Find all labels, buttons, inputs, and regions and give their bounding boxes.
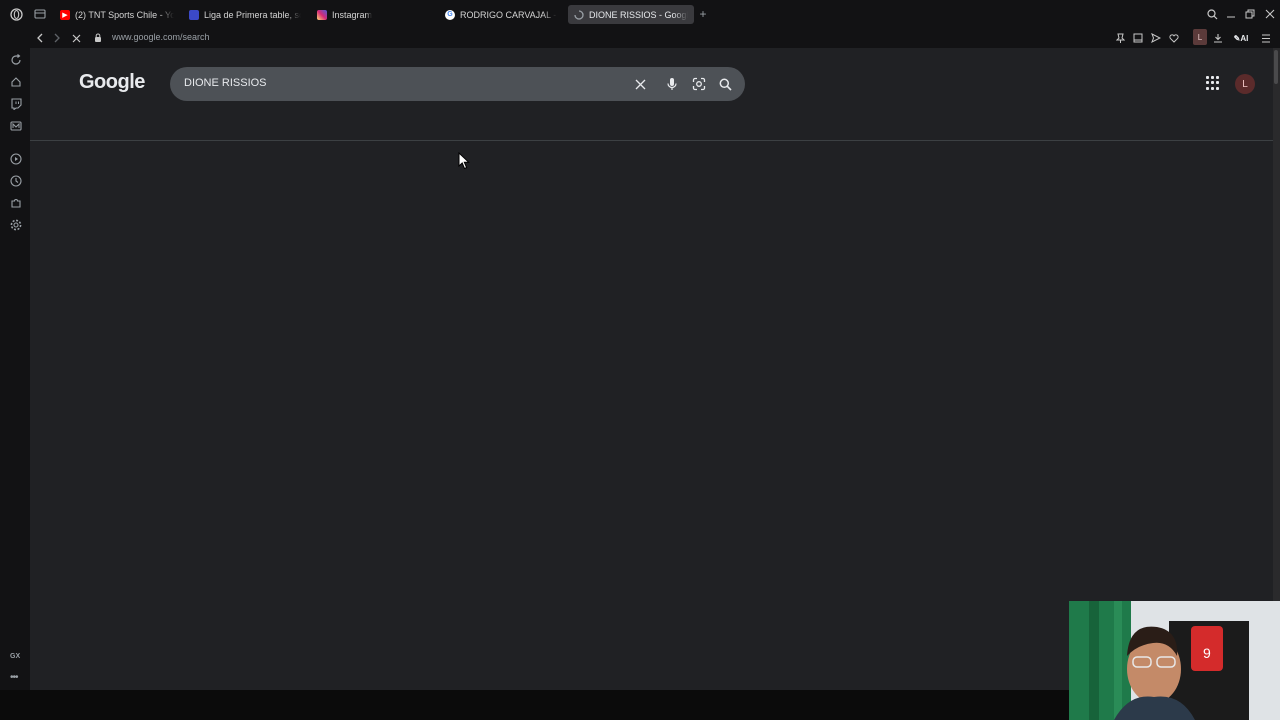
close-window-icon[interactable] xyxy=(1263,6,1277,22)
google-logo[interactable]: Google xyxy=(79,71,145,94)
web-page xyxy=(30,48,1273,690)
tab-title: Instagram xyxy=(332,9,373,20)
tab-liga-primera[interactable]: Liga de Primera table, sch xyxy=(183,5,307,24)
search-tabs-icon[interactable] xyxy=(1205,6,1219,22)
search-input[interactable]: DIONE RISSIOS xyxy=(184,77,267,89)
settings-gear-icon[interactable] xyxy=(9,218,23,232)
scrollbar-thumb[interactable] xyxy=(1274,50,1278,84)
snapshot-icon[interactable] xyxy=(1131,31,1145,45)
aria-ai-icon[interactable]: ✎AI xyxy=(1231,31,1251,45)
google-apps-icon[interactable] xyxy=(1206,76,1220,90)
microphone-icon[interactable] xyxy=(663,75,681,93)
restore-icon[interactable] xyxy=(1243,6,1257,22)
scrollbar[interactable] xyxy=(1273,48,1280,690)
search-icon[interactable] xyxy=(716,75,734,93)
sidebar-more-icon[interactable]: ••• xyxy=(10,672,18,683)
tab-title: (2) TNT Sports Chile - You xyxy=(75,9,174,20)
profile-avatar[interactable]: L xyxy=(1193,29,1207,45)
fbref-icon xyxy=(189,9,199,20)
minimize-icon[interactable] xyxy=(1224,6,1238,22)
tab-title: DIONE RISSIOS - Google xyxy=(589,9,688,20)
sidebar xyxy=(0,48,30,690)
lock-icon[interactable] xyxy=(91,30,105,46)
address-bar: www.google.com/search ✎AI xyxy=(0,28,1280,48)
url-field[interactable]: www.google.com/search xyxy=(112,32,210,42)
svg-text:9: 9 xyxy=(1203,645,1211,661)
forward-icon[interactable] xyxy=(50,30,64,46)
tab-tnt-sports[interactable]: ▶ (2) TNT Sports Chile - You xyxy=(54,5,180,24)
easy-setup-menu-icon[interactable] xyxy=(1259,31,1273,45)
google-icon: G xyxy=(445,9,455,20)
search-box[interactable]: DIONE RISSIOS xyxy=(170,67,745,101)
tab-title: RODRIGO CARVAJAL - Go xyxy=(460,9,557,20)
workspaces-icon[interactable] xyxy=(32,6,48,22)
download-icon[interactable] xyxy=(1211,31,1225,45)
twitch-icon[interactable] xyxy=(9,97,23,111)
tab-title: Liga de Primera table, sch xyxy=(204,9,301,20)
tab-instagram[interactable]: Instagram xyxy=(311,5,437,24)
gx-corner-icon[interactable] xyxy=(9,75,23,89)
youtube-icon: ▶ xyxy=(60,9,70,20)
gx-control-icon[interactable] xyxy=(9,53,23,67)
opera-gx-logo-icon[interactable] xyxy=(8,6,24,22)
heart-icon[interactable] xyxy=(1167,31,1181,45)
account-avatar[interactable]: L xyxy=(1235,74,1255,94)
send-icon[interactable] xyxy=(1149,31,1163,45)
player-icon[interactable] xyxy=(9,152,23,166)
mail-icon[interactable] xyxy=(9,119,23,133)
clear-search-icon[interactable] xyxy=(631,75,649,93)
tab-rodrigo-carvajal[interactable]: G RODRIGO CARVAJAL - Go xyxy=(439,5,563,24)
new-tab-icon[interactable]: + xyxy=(695,6,711,22)
tab-strip: ▶ (2) TNT Sports Chile - You Liga de Pri… xyxy=(0,0,1280,28)
google-lens-icon[interactable] xyxy=(690,75,708,93)
gx-label[interactable]: GX xyxy=(10,653,20,660)
stop-loading-icon[interactable] xyxy=(69,30,83,46)
tab-dione-rissios[interactable]: DIONE RISSIOS - Google xyxy=(568,5,694,24)
pin-icon[interactable] xyxy=(1113,31,1127,45)
mouse-cursor-icon xyxy=(458,152,470,170)
loading-spinner-icon xyxy=(574,9,584,20)
instagram-icon xyxy=(317,9,327,20)
extensions-icon[interactable] xyxy=(9,196,23,210)
back-icon[interactable] xyxy=(33,30,47,46)
header-divider xyxy=(30,140,1273,141)
history-icon[interactable] xyxy=(9,174,23,188)
webcam-overlay: 9 xyxy=(1069,601,1280,720)
